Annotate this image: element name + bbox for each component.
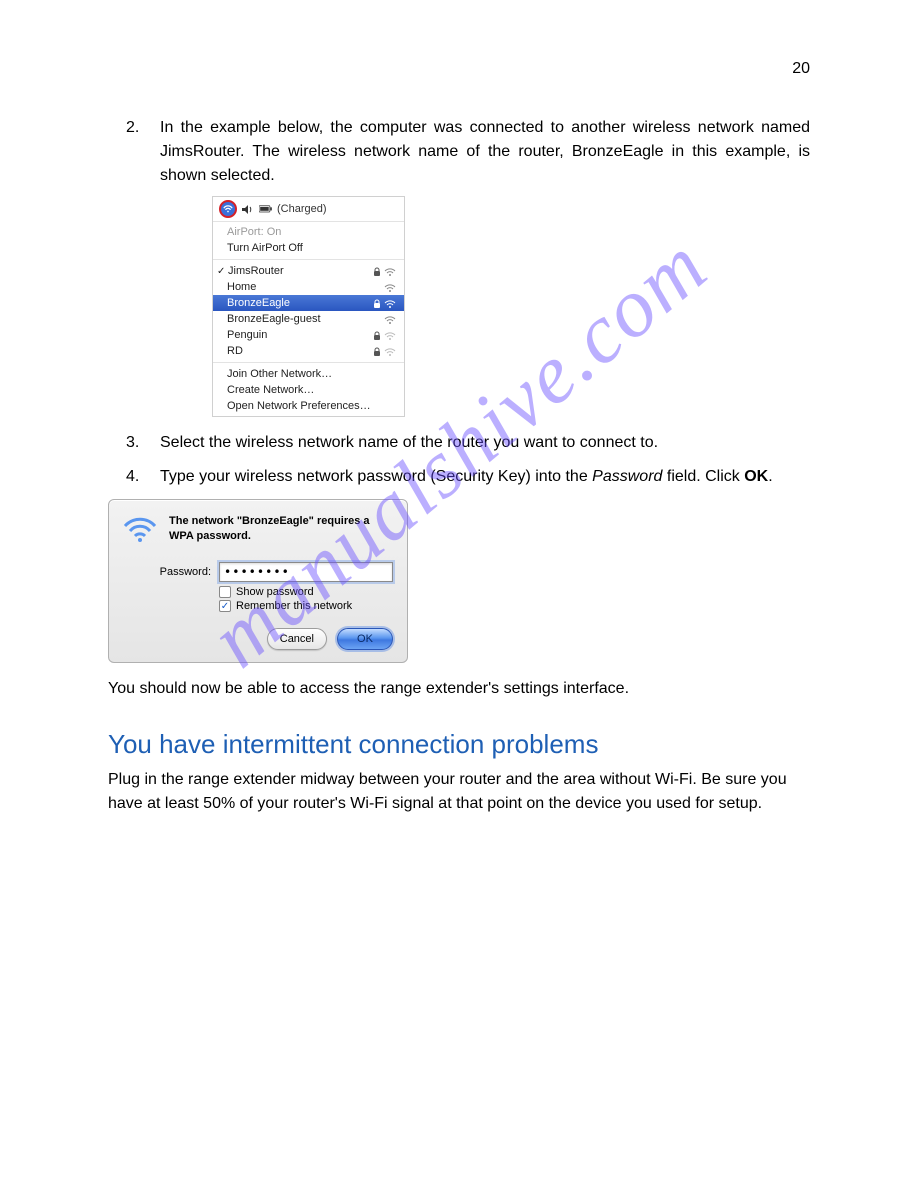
lock-icon [373, 330, 381, 340]
remember-network-label: Remember this network [236, 600, 352, 612]
step-text: Select the wireless network name of the … [160, 434, 658, 451]
wifi-password-dialog: The network "BronzeEagle" requires a WPA… [108, 499, 408, 663]
page-number: 20 [792, 60, 810, 78]
step-number: 3. [126, 431, 139, 455]
checkbox-icon [219, 586, 231, 598]
network-item-bronzeeagle[interactable]: BronzeEagle [213, 295, 404, 311]
dialog-message: The network "BronzeEagle" requires a WPA… [169, 514, 393, 544]
document-page: 20 manualshive.com 2. In the example bel… [0, 0, 918, 904]
step-text: In the example below, the computer was c… [160, 119, 810, 184]
network-item-penguin[interactable]: Penguin [213, 327, 404, 343]
airport-menu-figure: (Charged) AirPort: On Turn AirPort Off [212, 196, 405, 417]
step-text: Type your wireless network password (Sec… [160, 468, 773, 485]
network-item-bronzeeagle-guest[interactable]: BronzeEagle-guest [213, 311, 404, 327]
password-input[interactable]: •••••••• [219, 562, 393, 582]
password-field-name: Password [592, 468, 662, 485]
network-item-rd[interactable]: RD [213, 343, 404, 359]
checkmark-icon: ✓ [217, 264, 225, 279]
result-text: You should now be able to access the ran… [108, 677, 810, 701]
wifi-large-icon [123, 514, 157, 544]
airport-status: AirPort: On [213, 224, 404, 240]
step-number: 4. [126, 465, 139, 489]
lock-icon [373, 298, 381, 308]
wifi-menubar-icon[interactable] [219, 200, 237, 218]
remember-network-checkbox[interactable]: ✓ Remember this network [219, 600, 393, 612]
ok-button[interactable]: OK [337, 628, 393, 650]
wifi-signal-icon [384, 314, 396, 324]
section-body-intermittent: Plug in the range extender midway betwee… [108, 768, 810, 816]
wifi-signal-icon [384, 330, 396, 340]
wifi-signal-icon [384, 282, 396, 292]
create-network[interactable]: Create Network… [213, 382, 404, 398]
password-label: Password: [123, 566, 219, 578]
page-content: 2. In the example below, the computer wa… [108, 116, 810, 816]
step-4: 4. Type your wireless network password (… [108, 465, 810, 489]
lock-icon [373, 266, 381, 276]
ok-word: OK [744, 468, 768, 485]
numbered-steps: 2. In the example below, the computer wa… [108, 116, 810, 489]
network-item-jimsrouter[interactable]: ✓JimsRouter [213, 263, 404, 279]
wifi-signal-icon [384, 266, 396, 276]
wifi-signal-icon [384, 346, 396, 356]
menubar: (Charged) [213, 197, 404, 222]
battery-status-text: (Charged) [277, 201, 327, 218]
turn-airport-off[interactable]: Turn AirPort Off [213, 240, 404, 256]
section-heading-intermittent: You have intermittent connection problem… [108, 729, 810, 760]
network-item-home[interactable]: Home [213, 279, 404, 295]
join-other-network[interactable]: Join Other Network… [213, 366, 404, 382]
checkbox-icon: ✓ [219, 600, 231, 612]
battery-icon[interactable] [259, 204, 273, 215]
open-network-preferences[interactable]: Open Network Preferences… [213, 398, 404, 414]
show-password-label: Show password [236, 586, 314, 598]
wifi-signal-icon [384, 298, 396, 308]
cancel-button[interactable]: Cancel [267, 628, 327, 650]
step-number: 2. [126, 116, 139, 140]
lock-icon [373, 346, 381, 356]
volume-icon[interactable] [241, 204, 255, 215]
step-2: 2. In the example below, the computer wa… [108, 116, 810, 417]
step-3: 3. Select the wireless network name of t… [108, 431, 810, 455]
network-list: ✓JimsRouter Home [213, 261, 404, 361]
show-password-checkbox[interactable]: Show password [219, 586, 393, 598]
